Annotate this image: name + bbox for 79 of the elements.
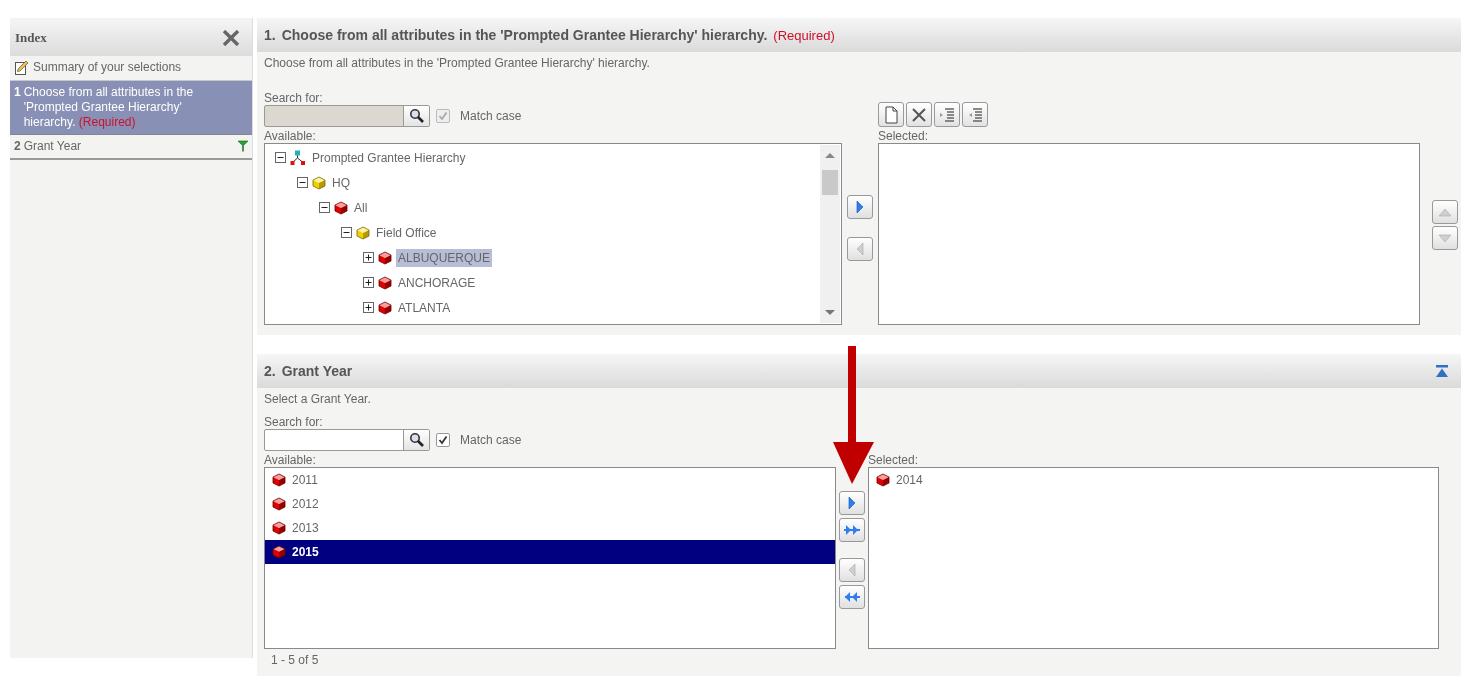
- search-button[interactable]: [403, 430, 429, 450]
- list-item[interactable]: 2014: [869, 468, 1438, 492]
- index-item-label: Summary of your selections: [33, 60, 182, 75]
- double-right-arrow-icon: [844, 524, 860, 536]
- checkmark-icon: [438, 435, 448, 445]
- checkbox[interactable]: [436, 433, 450, 447]
- required-label: (Required): [773, 27, 835, 43]
- right-arrow-icon: [856, 200, 864, 214]
- indent-button[interactable]: [934, 102, 960, 127]
- list-item[interactable]: 2013: [265, 516, 835, 540]
- selected-label: Selected:: [878, 129, 930, 143]
- search-icon: [408, 432, 425, 448]
- search-label: Search for:: [264, 91, 324, 105]
- index-title: Index: [15, 30, 47, 46]
- list-item[interactable]: 2011: [265, 468, 835, 492]
- cube-icon: [272, 497, 286, 511]
- checkbox-label: Match case: [460, 109, 522, 123]
- remove-all-button[interactable]: [839, 585, 865, 609]
- section-title: Grant Year: [281, 363, 353, 379]
- cube-icon: [378, 300, 392, 315]
- section-number: 1.: [264, 27, 276, 43]
- cube-icon: [272, 473, 286, 487]
- expand-icon[interactable]: [363, 277, 374, 288]
- cube-icon: [272, 545, 286, 559]
- selected-label: Selected:: [868, 453, 920, 467]
- collapse-icon[interactable]: [275, 152, 286, 163]
- pager-text: 1 - 5 of 5: [270, 652, 320, 667]
- list-item[interactable]: 2012: [265, 492, 835, 516]
- add-button[interactable]: [839, 491, 865, 515]
- section-description: Select a Grant Year.: [264, 391, 372, 407]
- cube-icon: [378, 275, 392, 290]
- step-label: Choose from all attributes in the 'Prompted Grantee Hierarchy' hierarchy. (Required): [23, 85, 195, 130]
- tree-item[interactable]: Prompted Grantee Hierarchy: [310, 148, 468, 167]
- index-item[interactable]: 2 Grant Year: [10, 135, 252, 160]
- expand-icon[interactable]: [363, 302, 374, 313]
- cube-icon: [334, 200, 348, 215]
- tree-item[interactable]: ALBUQUERQUE: [396, 248, 493, 267]
- cube-icon: [876, 473, 890, 487]
- tree-item[interactable]: All: [352, 198, 370, 217]
- tree-item[interactable]: Field Office: [374, 223, 439, 242]
- search-label: Search for:: [264, 415, 324, 429]
- down-arrow-icon: [1438, 233, 1452, 243]
- collapse-icon[interactable]: [297, 177, 308, 188]
- tree-item[interactable]: ANCHORAGE: [396, 273, 478, 292]
- collapse-icon[interactable]: [319, 202, 330, 213]
- checkmark-icon: [438, 111, 448, 121]
- delete-button[interactable]: [906, 102, 932, 127]
- search-field[interactable]: [264, 429, 430, 451]
- up-arrow-icon: [1438, 207, 1452, 217]
- outdent-button[interactable]: [962, 102, 988, 127]
- index-item[interactable]: 1 Choose from all attributes in the 'Prompted Grantee Hierarchy' hierarchy. (Required): [10, 81, 252, 135]
- section-title: Choose from all attributes in the 'Prompted Grantee Hierarchy' hierarchy.: [281, 27, 768, 43]
- tree-item[interactable]: ATLANTA: [396, 298, 453, 317]
- cube-icon: [272, 521, 286, 535]
- edit-note-icon: [14, 60, 30, 76]
- collapse-icon[interactable]: [341, 227, 352, 238]
- tree-item[interactable]: HQ: [330, 173, 352, 192]
- cube-icon: [312, 175, 326, 190]
- double-left-arrow-icon: [844, 591, 860, 603]
- search-icon: [408, 108, 425, 124]
- add-button[interactable]: [847, 195, 873, 219]
- left-arrow-icon: [856, 242, 864, 256]
- step-number: 1: [14, 85, 21, 100]
- expand-icon[interactable]: [363, 252, 374, 263]
- available-label: Available:: [264, 129, 317, 143]
- add-all-button[interactable]: [839, 518, 865, 542]
- close-icon[interactable]: [222, 30, 240, 46]
- hierarchy-icon: [290, 149, 306, 166]
- list-item[interactable]: 2015: [265, 540, 835, 564]
- section-description: Choose from all attributes in the 'Prompted Grantee Hierarchy' hierarchy.: [264, 55, 651, 71]
- right-arrow-icon: [848, 496, 856, 510]
- left-arrow-icon: [848, 563, 856, 577]
- step-number: 2: [14, 139, 21, 154]
- cube-icon: [378, 250, 392, 265]
- checkbox-label: Match case: [460, 433, 522, 447]
- available-label: Available:: [264, 453, 317, 467]
- step-label: Grant Year: [23, 139, 83, 154]
- cube-icon: [356, 225, 370, 240]
- section-number: 2.: [264, 363, 276, 379]
